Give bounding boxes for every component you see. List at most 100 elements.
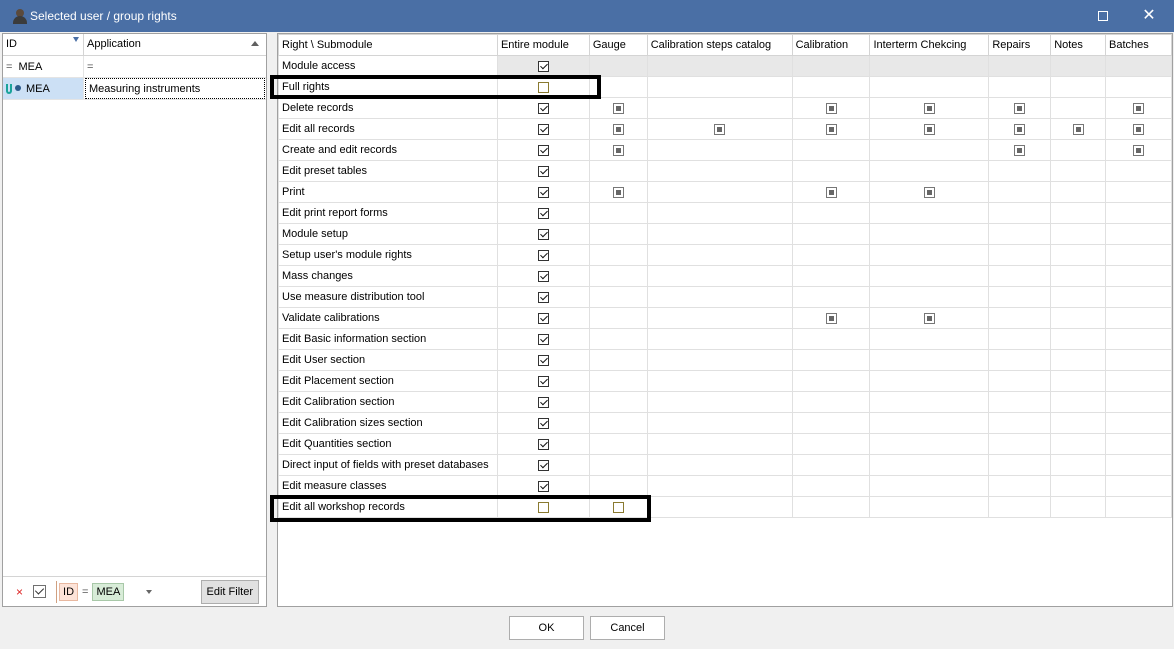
checked-checkbox[interactable] [537,249,549,261]
right-cell[interactable] [869,118,990,140]
column-header[interactable]: Repairs [988,34,1052,56]
right-cell[interactable] [869,97,990,119]
filter-history-dropdown-icon[interactable] [146,589,153,594]
right-cell[interactable] [496,370,590,392]
indeterminate-checkbox[interactable] [923,123,935,135]
column-header[interactable]: Batches [1105,34,1172,56]
right-cell[interactable] [496,160,590,182]
right-cell[interactable] [496,265,590,287]
indeterminate-checkbox[interactable] [825,123,837,135]
column-header[interactable]: Gauge [588,34,648,56]
checked-checkbox[interactable] [537,123,549,135]
indeterminate-checkbox[interactable] [923,102,935,114]
column-header[interactable]: Notes [1050,34,1107,56]
right-cell[interactable] [588,139,648,161]
filter-icon[interactable] [73,37,79,42]
right-cell[interactable] [496,412,590,434]
checked-checkbox[interactable] [537,480,549,492]
checked-checkbox[interactable] [537,396,549,408]
right-cell[interactable] [496,139,590,161]
indeterminate-checkbox[interactable] [1014,144,1026,156]
checked-checkbox[interactable] [537,333,549,345]
indeterminate-checkbox[interactable] [923,312,935,324]
checked-checkbox[interactable] [537,102,549,114]
id-column-header[interactable]: ID [3,34,84,55]
indeterminate-checkbox[interactable] [612,186,624,198]
indeterminate-checkbox[interactable] [612,102,624,114]
checked-checkbox[interactable] [537,375,549,387]
right-cell[interactable] [988,118,1052,140]
id-filter-value[interactable]: MEA [18,61,42,73]
unchecked-checkbox[interactable] [537,81,549,93]
indeterminate-checkbox[interactable] [825,186,837,198]
checked-checkbox[interactable] [537,312,549,324]
right-cell[interactable] [646,118,793,140]
right-cell[interactable] [588,97,648,119]
indeterminate-checkbox[interactable] [1133,102,1145,114]
indeterminate-checkbox[interactable] [1133,123,1145,135]
equals-operator-icon[interactable]: = [6,61,12,73]
indeterminate-checkbox[interactable] [1014,123,1026,135]
close-button[interactable]: ✕ [1126,0,1172,32]
column-header[interactable]: Interterm Chekcing [869,34,990,56]
checked-checkbox[interactable] [537,438,549,450]
checked-checkbox[interactable] [537,165,549,177]
column-header[interactable]: Entire module [496,34,590,56]
right-cell[interactable] [496,118,590,140]
right-cell[interactable] [496,181,590,203]
right-cell[interactable] [496,328,590,350]
indeterminate-checkbox[interactable] [714,123,726,135]
right-cell[interactable] [988,139,1052,161]
filter-row[interactable]: = MEA = [3,56,266,78]
right-cell[interactable] [496,496,590,518]
checked-checkbox[interactable] [537,186,549,198]
application-row[interactable]: MEA Measuring instruments [3,78,266,100]
checked-checkbox[interactable] [537,354,549,366]
unchecked-checkbox[interactable] [537,501,549,513]
indeterminate-checkbox[interactable] [612,123,624,135]
unchecked-checkbox[interactable] [612,501,624,513]
checked-checkbox[interactable] [537,60,549,72]
checked-checkbox[interactable] [537,291,549,303]
indeterminate-checkbox[interactable] [1072,123,1084,135]
clear-filter-icon[interactable]: × [16,585,23,599]
indeterminate-checkbox[interactable] [923,186,935,198]
indeterminate-checkbox[interactable] [825,312,837,324]
checked-checkbox[interactable] [537,270,549,282]
right-cell[interactable] [496,391,590,413]
right-cell[interactable] [496,244,590,266]
right-cell[interactable] [496,76,590,98]
maximize-button[interactable] [1080,0,1126,32]
right-cell[interactable] [588,496,648,518]
filter-enabled-checkbox[interactable] [33,585,47,598]
right-cell[interactable] [988,97,1052,119]
column-header[interactable]: Calibration steps catalog [646,34,793,56]
filter-expression[interactable]: ID = MEA [56,580,125,603]
right-cell[interactable] [496,223,590,245]
right-cell[interactable] [496,202,590,224]
indeterminate-checkbox[interactable] [612,144,624,156]
equals-operator-icon[interactable]: = [87,61,93,73]
right-cell[interactable] [869,307,990,329]
right-cell[interactable] [791,118,871,140]
right-cell[interactable] [791,307,871,329]
right-cell[interactable] [791,181,871,203]
checked-checkbox[interactable] [537,144,549,156]
right-cell[interactable] [496,55,590,77]
right-cell[interactable] [496,454,590,476]
right-cell[interactable] [869,181,990,203]
indeterminate-checkbox[interactable] [1133,144,1145,156]
right-cell[interactable] [1105,139,1172,161]
right-cell[interactable] [1105,118,1172,140]
checked-checkbox[interactable] [537,207,549,219]
right-cell[interactable] [496,349,590,371]
right-cell[interactable] [588,118,648,140]
checked-checkbox[interactable] [537,228,549,240]
right-cell[interactable] [496,475,590,497]
right-cell[interactable] [496,307,590,329]
indeterminate-checkbox[interactable] [1014,102,1026,114]
right-cell[interactable] [791,97,871,119]
ok-button[interactable]: OK [509,616,584,640]
right-cell[interactable] [496,97,590,119]
indeterminate-checkbox[interactable] [825,102,837,114]
